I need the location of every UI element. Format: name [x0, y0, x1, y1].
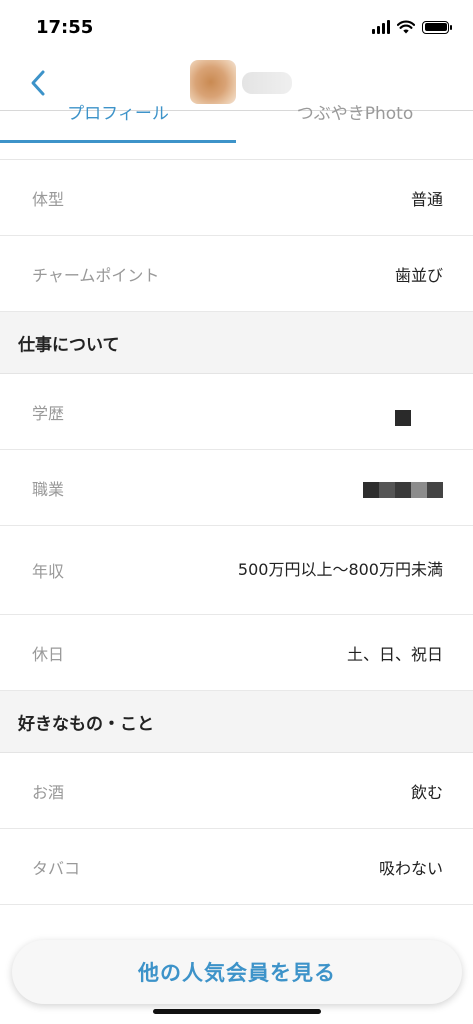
row-value: 500万円以上〜800万円未満 — [237, 560, 443, 579]
row-label: チャームポイント — [32, 265, 160, 285]
status-icons — [372, 20, 452, 34]
see-popular-members-button[interactable]: 他の人気会員を見る — [12, 940, 462, 1004]
row-value: 飲む — [410, 782, 443, 802]
row-value: 歯並び — [394, 265, 443, 285]
row-label: 体型 — [32, 189, 65, 209]
back-button[interactable] — [22, 64, 54, 102]
list-item: タバコ 吸わない — [0, 829, 473, 905]
list-item: 休日 土、日、祝日 — [0, 615, 473, 691]
list-item: 年収 500万円以上〜800万円未満 — [0, 526, 473, 615]
list-item: チャームポイント 歯並び — [0, 236, 473, 312]
wifi-icon — [397, 20, 415, 34]
row-value: 普通 — [410, 189, 443, 209]
tab-tsubuyaki-photo[interactable]: つぶやきPhoto — [237, 99, 473, 124]
list-item: 職業 — [0, 450, 473, 526]
cta-label: 他の人気会員を見る — [138, 961, 336, 985]
section-title: 好きなもの・こと — [18, 714, 154, 734]
battery-icon — [422, 20, 452, 34]
tab-active-indicator — [0, 140, 236, 143]
row-label: 休日 — [32, 644, 65, 664]
list-item: お酒 飲む — [0, 753, 473, 829]
home-indicator — [153, 1009, 321, 1014]
section-title: 仕事について — [18, 335, 120, 355]
row-label: タバコ — [32, 858, 81, 878]
list-item: 体型 普通 — [0, 160, 473, 236]
row-value: 吸わない — [378, 858, 443, 878]
row-label: 年収 — [32, 562, 65, 581]
section-header-likes: 好きなもの・こと — [0, 691, 473, 753]
cellular-signal-icon — [372, 20, 390, 34]
list-item: 学歴 — [0, 374, 473, 450]
profile-content: 体型 普通 チャームポイント 歯並び 仕事について 学歴 職業 年収 500万円… — [0, 160, 473, 905]
row-label: 学歴 — [32, 403, 65, 423]
user-name-blurred — [242, 72, 292, 94]
chevron-left-icon — [31, 70, 45, 96]
avatar[interactable] — [190, 60, 236, 104]
row-label: 職業 — [32, 479, 65, 499]
row-value: 土、日、祝日 — [346, 644, 443, 664]
profile-tabs: プロフィール つぶやきPhoto — [0, 104, 473, 160]
status-bar: 17:55 — [0, 0, 473, 58]
row-label: お酒 — [32, 782, 65, 802]
tab-profile[interactable]: プロフィール — [0, 99, 236, 124]
censored-value — [363, 482, 443, 498]
section-header-work: 仕事について — [0, 312, 473, 374]
status-time: 17:55 — [36, 17, 94, 38]
censored-value — [395, 410, 411, 426]
